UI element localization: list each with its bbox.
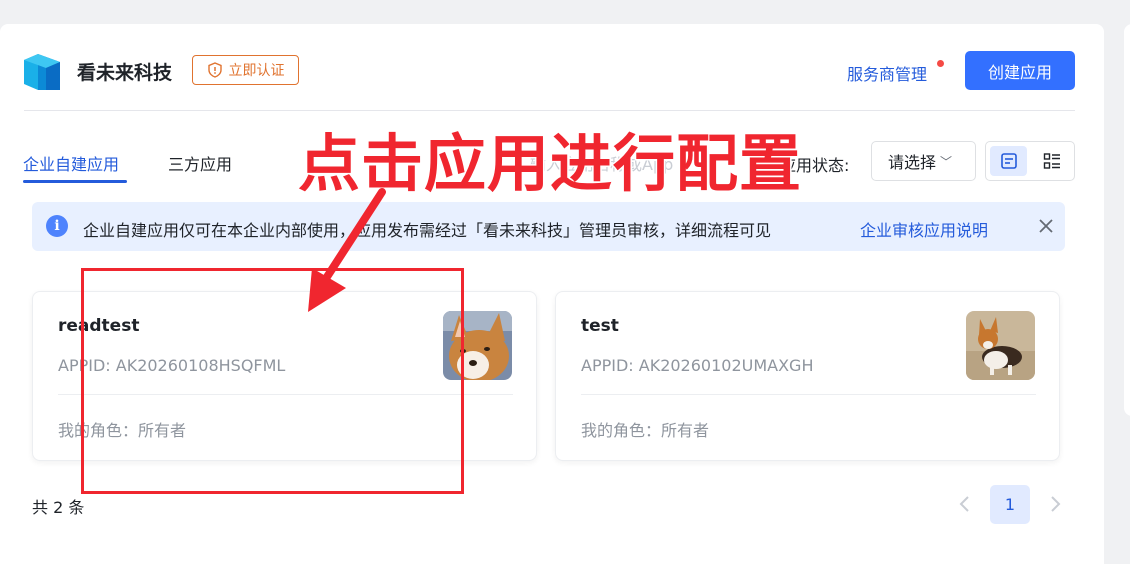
chevron-down-icon: ﹀	[940, 154, 953, 169]
card-view-icon	[1000, 153, 1017, 169]
total-count: 共 2 条	[32, 498, 85, 517]
list-view-button[interactable]	[1033, 146, 1070, 176]
list-view-icon	[1043, 153, 1060, 169]
card-divider	[581, 394, 1036, 395]
service-manager-link[interactable]: 服务商管理	[847, 61, 927, 85]
close-icon[interactable]	[1035, 215, 1057, 237]
company-name: 看未来科技	[77, 62, 173, 84]
tab-active-indicator	[23, 180, 127, 183]
info-notice: i 企业自建应用仅可在本企业内部使用，应用发布需经过「看未来科技」管理员审核，详…	[32, 202, 1065, 251]
certify-button[interactable]: 立即认证	[192, 55, 299, 85]
corgi-standing-icon	[966, 311, 1035, 380]
view-toggle	[985, 141, 1075, 181]
card-view-button[interactable]	[990, 146, 1027, 176]
status-select[interactable]: 请选择 ﹀	[871, 141, 976, 181]
company-logo-icon	[24, 54, 60, 90]
notification-dot	[937, 60, 944, 67]
chevron-left-icon[interactable]	[955, 494, 975, 514]
chevron-right-icon[interactable]	[1045, 494, 1065, 514]
status-select-value: 请选择	[888, 153, 937, 172]
notice-text: 企业自建应用仅可在本企业内部使用，应用发布需经过「看未来科技」管理员审核，详细流…	[83, 221, 772, 240]
page-number-current[interactable]: 1	[990, 485, 1030, 524]
side-panel	[1124, 24, 1130, 416]
tab-internal-apps[interactable]: 企业自建应用	[23, 151, 119, 175]
app-role: 我的角色：所有者	[581, 421, 710, 440]
header-divider	[24, 110, 1075, 111]
shield-icon	[207, 62, 222, 78]
create-app-button[interactable]: 创建应用	[965, 51, 1075, 90]
info-icon: i	[46, 215, 68, 237]
certify-label: 立即认证	[228, 63, 285, 79]
annotation-highlight-box	[81, 268, 464, 494]
app-name: test	[581, 316, 619, 336]
app-card-test[interactable]: test APPID: AK20260102UMAXGH 我的角色：所有者	[555, 291, 1060, 461]
app-id: APPID: AK20260102UMAXGH	[581, 356, 814, 375]
notice-help-link[interactable]: 企业审核应用说明	[860, 217, 988, 241]
tab-third-party-apps[interactable]: 三方应用	[168, 151, 232, 175]
